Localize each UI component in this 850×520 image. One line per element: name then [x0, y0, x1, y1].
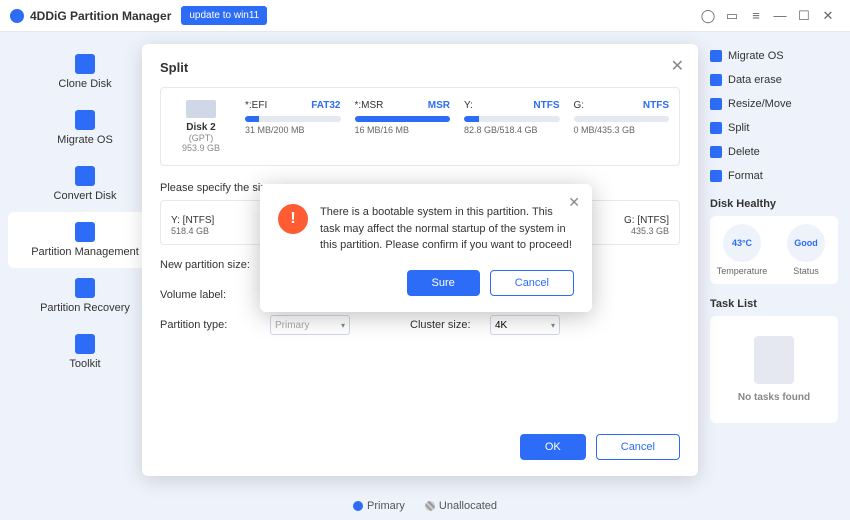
erase-icon: [710, 74, 722, 86]
tasklist-box: No tasks found: [710, 316, 838, 423]
app-title: 4DDiG Partition Manager: [30, 9, 171, 23]
titlebar: 4DDiG Partition Manager update to win11 …: [0, 0, 850, 32]
right-link-format[interactable]: Format: [710, 164, 838, 188]
format-icon: [710, 170, 722, 182]
migrate-icon: [710, 50, 722, 62]
legend: Primary Unallocated: [353, 500, 497, 512]
right-link-resize[interactable]: Resize/Move: [710, 92, 838, 116]
close-icon[interactable]: ✕: [816, 4, 840, 28]
delete-icon: [710, 146, 722, 158]
partition-type-select: Primary: [270, 315, 350, 335]
maximize-icon[interactable]: ☐: [792, 4, 816, 28]
split-cancel-button[interactable]: Cancel: [596, 434, 680, 460]
confirm-close-icon[interactable]: ✕: [568, 194, 580, 211]
partition-msr: *:MSRMSR 16 MB/16 MB: [355, 100, 451, 153]
convert-disk-icon: [75, 166, 95, 186]
update-button[interactable]: update to win11: [181, 6, 267, 25]
menu-icon[interactable]: ≡: [744, 4, 768, 28]
partition-mgmt-icon: [75, 222, 95, 242]
disk-summary: Disk 2 (GPT) 953.9 GB: [171, 100, 231, 153]
metric-temperature: 43°C Temperature: [714, 224, 770, 276]
split-icon: [710, 122, 722, 134]
no-tasks-text: No tasks found: [716, 392, 832, 403]
temperature-dial: 43°C: [723, 224, 761, 262]
app-logo-icon: [10, 9, 24, 23]
partition-recovery-icon: [75, 278, 95, 298]
partition-type-label: Partition type:: [160, 319, 270, 331]
partition-efi: *:EFIFAT32 31 MB/200 MB: [245, 100, 341, 153]
user-icon[interactable]: ◯: [696, 4, 720, 28]
split-ok-button[interactable]: OK: [520, 434, 586, 460]
split-left-label: Y: [NTFS] 518.4 GB: [171, 215, 271, 236]
clipboard-icon: [754, 336, 794, 384]
cluster-size-label: Cluster size:: [410, 319, 490, 331]
right-link-data-erase[interactable]: Data erase: [710, 68, 838, 92]
clone-disk-icon: [75, 54, 95, 74]
new-size-label: New partition size:: [160, 259, 270, 271]
metric-status: Good Status: [778, 224, 834, 276]
warning-icon: !: [278, 204, 308, 234]
chat-icon[interactable]: ▭: [720, 4, 744, 28]
split-modal-title: Split: [160, 60, 680, 75]
confirm-modal: ✕ ! There is a bootable system in this p…: [260, 184, 592, 312]
metrics-row: 43°C Temperature Good Status: [710, 216, 838, 284]
legend-unallocated: Unallocated: [425, 500, 497, 512]
confirm-sure-button[interactable]: Sure: [407, 270, 480, 296]
legend-primary: Primary: [353, 500, 405, 512]
right-panel: Migrate OS Data erase Resize/Move Split …: [710, 32, 850, 520]
confirm-text: There is a bootable system in this parti…: [320, 204, 574, 254]
resize-icon: [710, 98, 722, 110]
migrate-os-icon: [75, 110, 95, 130]
split-modal-close-icon[interactable]: ✕: [671, 56, 684, 76]
right-link-delete[interactable]: Delete: [710, 140, 838, 164]
sidebar-item-partition-management[interactable]: Partition Management: [8, 212, 162, 268]
partition-y: Y:NTFS 82.8 GB/518.4 GB: [464, 100, 560, 153]
volume-label-label: Volume label:: [160, 289, 270, 301]
partition-g: G:NTFS 0 MB/435.3 GB: [574, 100, 670, 153]
minimize-icon[interactable]: —: [768, 4, 792, 28]
disk-icon: [186, 100, 216, 118]
status-dial: Good: [787, 224, 825, 262]
right-link-split[interactable]: Split: [710, 116, 838, 140]
cluster-size-select[interactable]: 4K: [490, 315, 560, 335]
tasklist-title: Task List: [710, 298, 838, 310]
confirm-cancel-button[interactable]: Cancel: [490, 270, 574, 296]
disk-info: Disk 2 (GPT) 953.9 GB *:EFIFAT32 31 MB/2…: [160, 87, 680, 166]
toolkit-icon: [75, 334, 95, 354]
disk-healthy-title: Disk Healthy: [710, 198, 838, 210]
right-link-migrate-os[interactable]: Migrate OS: [710, 44, 838, 68]
